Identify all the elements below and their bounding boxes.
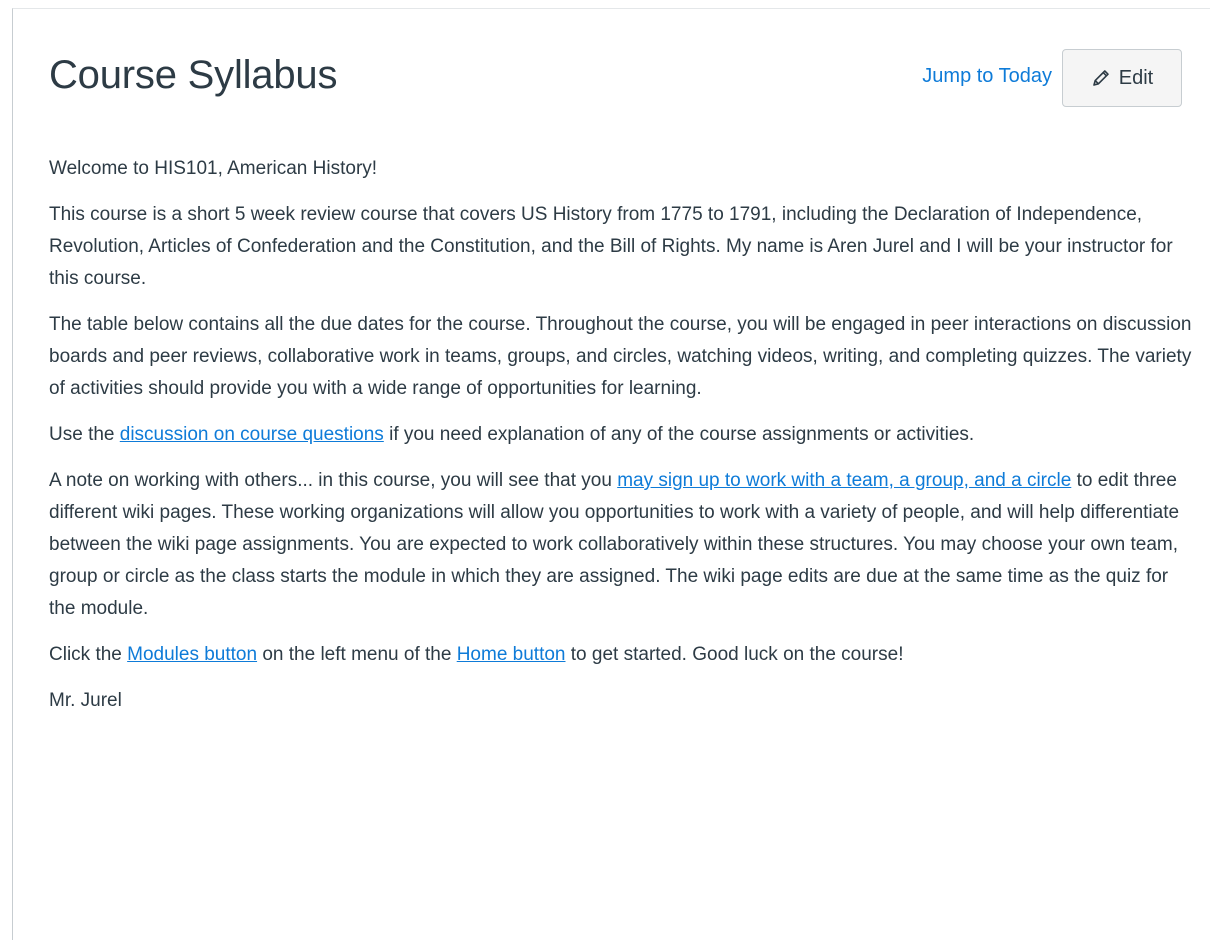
syllabus-panel: Course Syllabus Jump to Today Edit Welco… xyxy=(12,8,1210,940)
discussion-link[interactable]: discussion on course questions xyxy=(120,424,384,445)
click-paragraph: Click the Modules button on the left men… xyxy=(49,639,1199,671)
discussion-text-before: Use the xyxy=(49,424,120,445)
due-dates-paragraph: The table below contains all the due dat… xyxy=(49,314,1192,399)
edit-button[interactable]: Edit xyxy=(1062,49,1182,107)
jump-to-today-link[interactable]: Jump to Today xyxy=(922,65,1052,88)
signature: Mr. Jurel xyxy=(49,690,122,711)
intro-paragraph: This course is a short 5 week review cou… xyxy=(49,204,1173,289)
modules-link[interactable]: Modules button xyxy=(127,644,257,665)
page-title: Course Syllabus xyxy=(49,53,338,97)
working-text-after: to edit three different wiki pages. Thes… xyxy=(49,470,1180,619)
welcome-paragraph: Welcome to HIS101, American History! xyxy=(49,158,378,179)
click-text-middle: on the left menu of the xyxy=(257,644,457,665)
edit-button-label: Edit xyxy=(1118,66,1154,89)
signup-link[interactable]: may sign up to work with a team, a group… xyxy=(617,470,1071,491)
working-text-before: A note on working with others... in this… xyxy=(49,470,618,491)
syllabus-body: Welcome to HIS101, American History! Thi… xyxy=(49,153,1199,731)
syllabus-header: Course Syllabus Jump to Today Edit xyxy=(49,49,1182,107)
discussion-text-after: if you need explanation of any of the co… xyxy=(383,424,975,445)
working-paragraph: A note on working with others... in this… xyxy=(49,465,1199,625)
pencil-icon xyxy=(1091,68,1111,88)
discussion-paragraph: Use the discussion on course questions i… xyxy=(49,419,1199,451)
home-link[interactable]: Home button xyxy=(457,644,566,665)
click-text-after: to get started. Good luck on the course! xyxy=(565,644,904,665)
click-text-before: Click the xyxy=(49,644,128,665)
